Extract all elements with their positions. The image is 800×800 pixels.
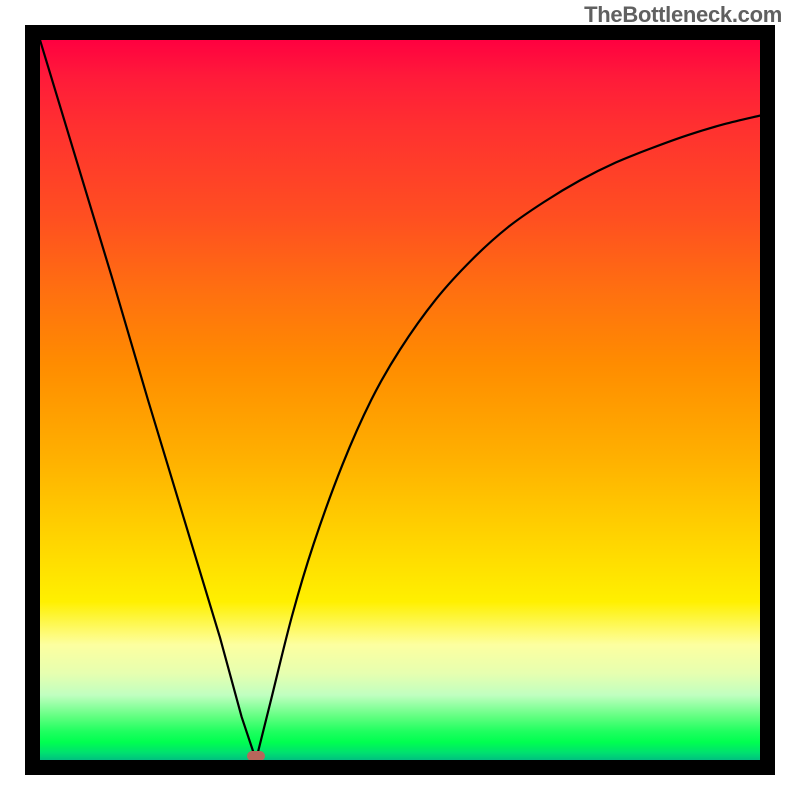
watermark-text: TheBottleneck.com [584,2,782,28]
curve-right [256,116,760,760]
curve-left [40,40,256,760]
plot-area [40,40,760,760]
chart-frame [25,25,775,775]
curve-svg [40,40,760,760]
optimum-marker [247,751,265,760]
